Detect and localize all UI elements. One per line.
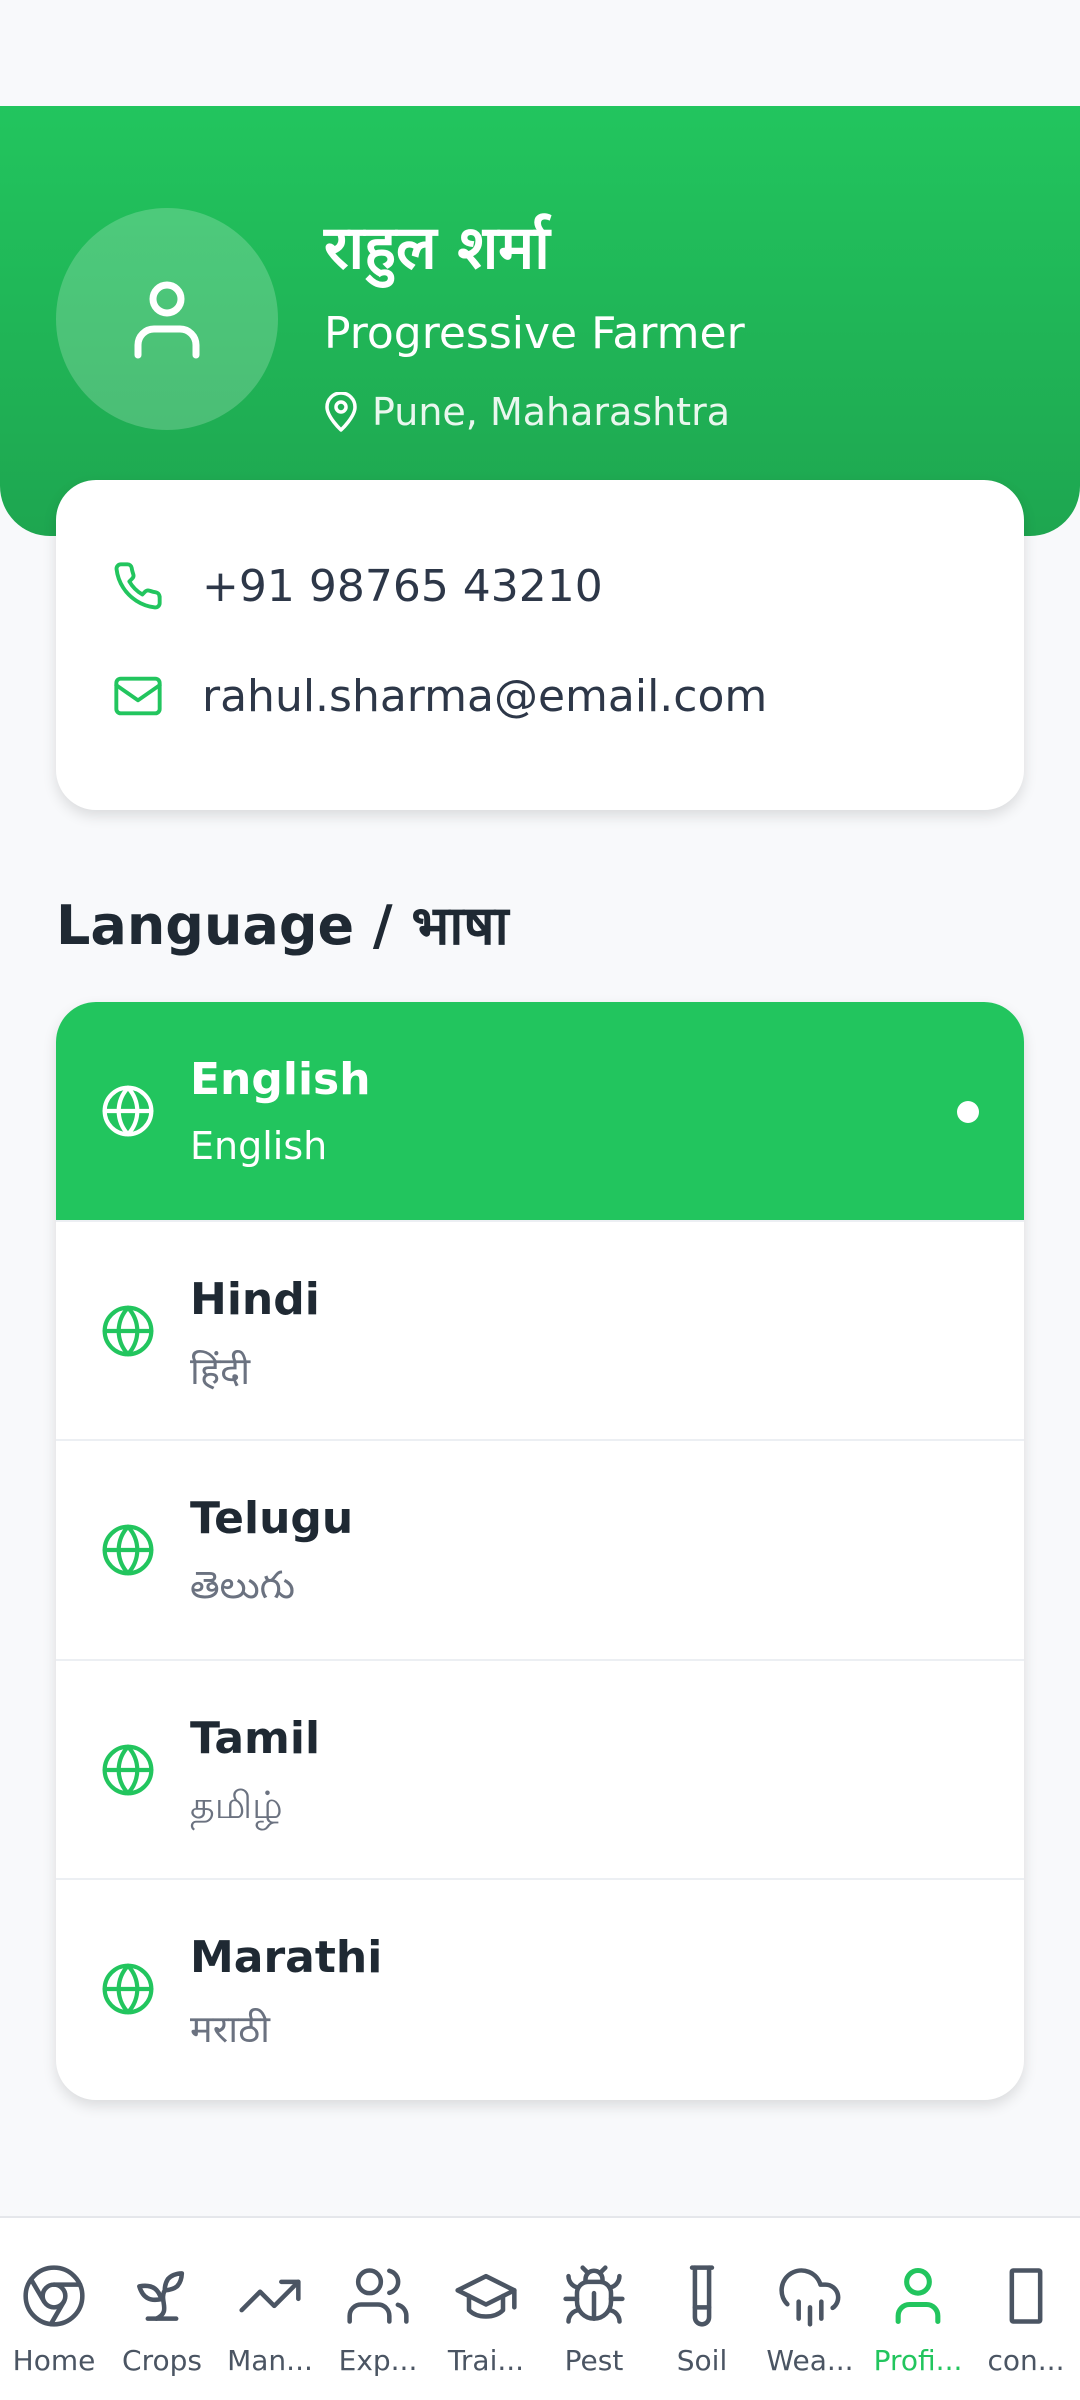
mail-icon xyxy=(114,676,162,716)
nav-item-weather[interactable]: Wea... xyxy=(756,2218,864,2400)
users-icon xyxy=(347,2268,409,2324)
nav-label: Exp... xyxy=(338,2344,418,2377)
map-pin-icon xyxy=(325,392,357,432)
profile-name: राहुल शर्मा xyxy=(324,213,550,283)
bottom-navigation: Home Crops Man... Exp... Trai... Pest So… xyxy=(0,2216,1080,2400)
nav-item-experts[interactable]: Exp... xyxy=(324,2218,432,2400)
profile-location: Pune, Maharashtra xyxy=(324,390,730,434)
language-name: Tamil xyxy=(190,1712,321,1764)
language-name: Marathi xyxy=(190,1932,383,1984)
trending-up-icon xyxy=(239,2279,301,2313)
nav-label: Man... xyxy=(227,2344,313,2377)
contact-card: +91 98765 43210 rahul.sharma@email.com xyxy=(56,480,1024,810)
nav-label: Crops xyxy=(122,2344,202,2377)
language-option-tamil[interactable]: Tamil தமிழ் xyxy=(56,1661,1024,1881)
globe-icon xyxy=(102,1305,154,1357)
nav-label: Home xyxy=(12,2344,96,2377)
selected-indicator xyxy=(957,1101,979,1123)
nav-item-contact[interactable]: con... xyxy=(972,2218,1080,2400)
email-row[interactable]: rahul.sharma@email.com xyxy=(112,670,767,722)
nav-label: con... xyxy=(987,2344,1065,2377)
language-section-title: Language / भाषा xyxy=(56,894,509,957)
language-native-name: తెలుగు xyxy=(190,1563,295,1608)
language-name: Telugu xyxy=(190,1493,354,1545)
language-option-marathi[interactable]: Marathi मराठी xyxy=(56,1880,1024,2100)
email-address: rahul.sharma@email.com xyxy=(202,670,768,722)
globe-icon xyxy=(102,1524,154,1576)
cloud-rain-icon xyxy=(779,2268,841,2327)
language-list: English English Hindi हिंदी Telugu తెలుగ… xyxy=(56,1002,1024,2100)
nav-item-pest[interactable]: Pest xyxy=(540,2218,648,2400)
avatar[interactable] xyxy=(56,208,278,430)
user-icon xyxy=(134,281,200,359)
user-icon xyxy=(895,2267,941,2325)
status-bar-area xyxy=(0,0,1080,106)
phone-number: +91 98765 43210 xyxy=(202,560,603,612)
nav-item-profile[interactable]: Profi... xyxy=(864,2218,972,2400)
location-text: Pune, Maharashtra xyxy=(372,390,730,434)
globe-icon xyxy=(102,1963,154,2015)
nav-label: Soil xyxy=(676,2344,728,2377)
nav-item-market[interactable]: Man... xyxy=(216,2218,324,2400)
phone-icon xyxy=(114,562,162,610)
globe-icon xyxy=(102,1085,154,1137)
nav-label: Pest xyxy=(564,2344,624,2377)
nav-item-home[interactable]: Home xyxy=(0,2218,108,2400)
language-native-name: हिंदी xyxy=(190,1348,251,1393)
language-native-name: தமிழ் xyxy=(190,1782,283,1827)
graduation-cap-icon xyxy=(455,2273,517,2319)
nav-label: Profi... xyxy=(873,2344,963,2377)
phone-row[interactable]: +91 98765 43210 xyxy=(112,560,603,612)
profile-role: Progressive Farmer xyxy=(324,308,745,359)
square-icon xyxy=(1009,2268,1043,2324)
chrome-icon xyxy=(23,2265,85,2327)
nav-item-soil[interactable]: Soil xyxy=(648,2218,756,2400)
language-name: Hindi xyxy=(190,1273,320,1325)
sprout-icon xyxy=(137,2271,185,2321)
nav-item-crops[interactable]: Crops xyxy=(108,2218,216,2400)
language-native-name: English xyxy=(190,1124,328,1168)
profile-header: राहुल शर्मा Progressive Farmer Pune, Mah… xyxy=(0,106,1080,536)
nav-item-training[interactable]: Trai... xyxy=(432,2218,540,2400)
language-option-english[interactable]: English English xyxy=(56,1002,1024,1222)
nav-label: Wea... xyxy=(766,2344,854,2377)
test-tube-icon xyxy=(689,2265,715,2327)
language-option-telugu[interactable]: Telugu తెలుగు xyxy=(56,1441,1024,1661)
bug-icon xyxy=(563,2265,625,2324)
language-name: English xyxy=(190,1054,371,1105)
language-option-hindi[interactable]: Hindi हिंदी xyxy=(56,1222,1024,1442)
globe-icon xyxy=(102,1744,154,1796)
language-native-name: मराठी xyxy=(190,2007,271,2052)
nav-label: Trai... xyxy=(447,2344,525,2377)
